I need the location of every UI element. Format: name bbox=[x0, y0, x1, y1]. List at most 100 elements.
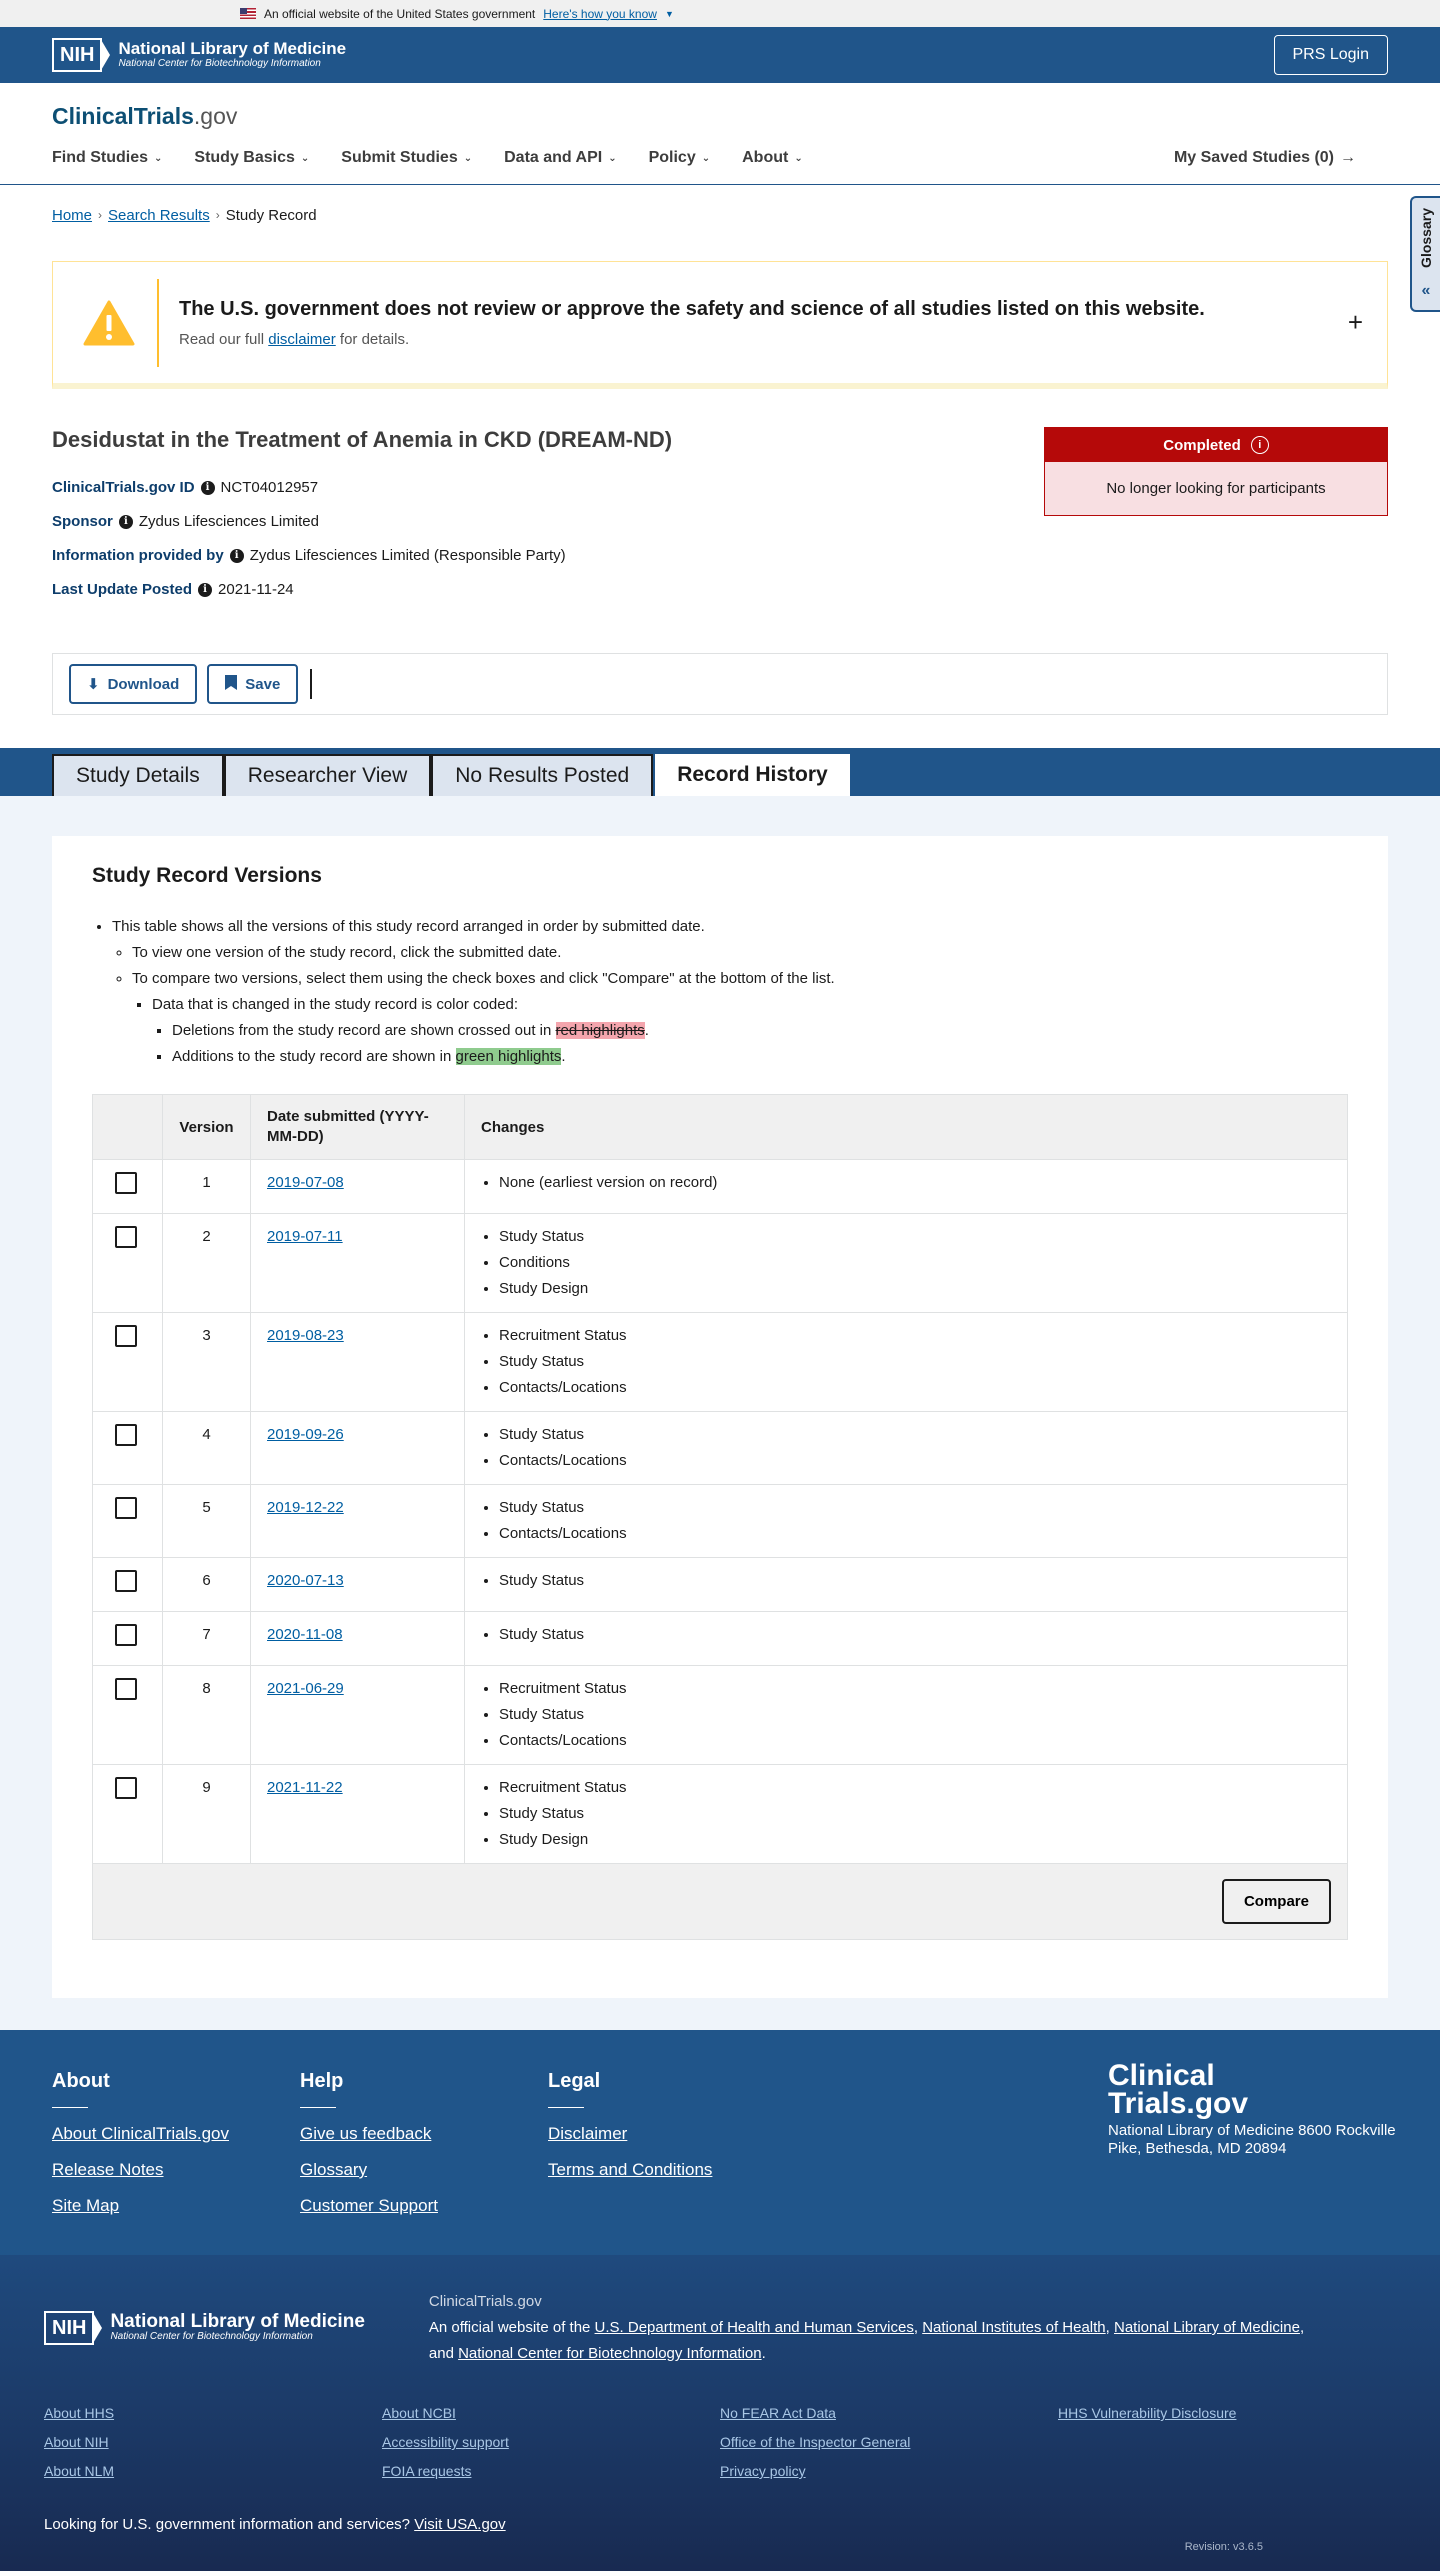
compare-button[interactable]: Compare bbox=[1221, 1879, 1331, 1924]
glossary-tab-label: Glossary bbox=[1418, 208, 1434, 268]
nav-policy[interactable]: Policy ⌄ bbox=[649, 149, 711, 167]
versions-heading: Study Record Versions bbox=[92, 864, 322, 887]
version-date-link[interactable]: 2019-12-22 bbox=[267, 1499, 344, 1516]
clinicaltrials-logo[interactable]: ClinicalTrials.gov bbox=[52, 103, 1388, 130]
disclaimer-banner: The U.S. government does not review or a… bbox=[52, 261, 1388, 389]
breadcrumb-home[interactable]: Home bbox=[52, 207, 92, 224]
double-chevron-left-icon: « bbox=[1421, 282, 1431, 299]
changes-cell: Study StatusContacts/Locations bbox=[464, 1484, 1348, 1558]
change-item: Study Status bbox=[499, 1702, 1331, 1728]
change-item: Recruitment Status bbox=[499, 1676, 1331, 1702]
footer-link[interactable]: Terms and Conditions bbox=[548, 2160, 796, 2180]
sponsor-row: Sponsor i Zydus Lifesciences Limited bbox=[52, 513, 319, 530]
select-cell bbox=[92, 1159, 163, 1214]
nih-footer-logo[interactable]: NIH National Library of Medicine Nationa… bbox=[44, 2289, 365, 2367]
agency-link[interactable]: About NCBI bbox=[382, 2405, 720, 2421]
version-date-link[interactable]: 2020-07-13 bbox=[267, 1572, 344, 1589]
action-bar: ⬇ Download Save bbox=[52, 653, 1388, 715]
version-checkbox[interactable] bbox=[115, 1424, 137, 1446]
change-item: Study Status bbox=[499, 1801, 1331, 1827]
footer-link[interactable]: Give us feedback bbox=[300, 2124, 548, 2144]
agency-link[interactable]: About NIH bbox=[44, 2434, 382, 2450]
chevron-down-icon: ⌄ bbox=[463, 152, 473, 164]
usa-gov-link[interactable]: Visit USA.gov bbox=[414, 2516, 505, 2533]
version-date-link[interactable]: 2019-07-08 bbox=[267, 1174, 344, 1191]
version-checkbox[interactable] bbox=[115, 1678, 137, 1700]
bookmark-icon bbox=[225, 674, 238, 694]
agency-link[interactable]: Accessibility support bbox=[382, 2434, 720, 2450]
footer-legal-title: Legal bbox=[548, 2070, 601, 2092]
nih-logo[interactable]: NIH National Library of Medicine Nationa… bbox=[52, 38, 346, 72]
study-id-row: ClinicalTrials.gov ID i NCT04012957 bbox=[52, 479, 319, 496]
my-saved-studies-link[interactable]: My Saved Studies (0) → bbox=[1174, 149, 1356, 167]
table-row: 1 2019-07-08 None (earliest version on rec… bbox=[92, 1159, 1348, 1214]
version-date-link[interactable]: 2019-09-26 bbox=[267, 1426, 344, 1443]
nih-logo-title: National Library of Medicine bbox=[110, 2311, 365, 2332]
tab-no-results-posted[interactable]: No Results Posted bbox=[431, 754, 654, 796]
nav-find-studies[interactable]: Find Studies ⌄ bbox=[52, 149, 162, 167]
agency-link[interactable]: About HHS bbox=[44, 2405, 382, 2421]
version-checkbox[interactable] bbox=[115, 1325, 137, 1347]
info-icon[interactable]: i bbox=[1250, 436, 1269, 454]
version-date-link[interactable]: 2020-11-08 bbox=[267, 1626, 343, 1643]
version-checkbox[interactable] bbox=[115, 1226, 137, 1248]
footer-link[interactable]: Site Map bbox=[52, 2196, 300, 2216]
info-icon[interactable]: i bbox=[118, 514, 133, 529]
download-button[interactable]: ⬇ Download bbox=[69, 664, 198, 704]
chevron-down-icon: ⌄ bbox=[608, 152, 617, 164]
agency-link[interactable]: No FEAR Act Data bbox=[720, 2405, 1058, 2421]
agency-link[interactable]: Privacy policy bbox=[720, 2463, 1058, 2479]
footer-link[interactable]: Disclaimer bbox=[548, 2124, 796, 2144]
info-icon[interactable]: i bbox=[229, 548, 244, 563]
nav-data-and-api[interactable]: Data and API ⌄ bbox=[504, 149, 616, 167]
tab-record-history[interactable]: Record History bbox=[655, 750, 850, 796]
footer-link[interactable]: Glossary bbox=[300, 2160, 548, 2180]
version-checkbox[interactable] bbox=[115, 1624, 137, 1646]
version-date-link[interactable]: 2021-11-22 bbox=[267, 1779, 343, 1796]
hhs-link[interactable]: U.S. Department of Health and Human Serv… bbox=[595, 2319, 914, 2336]
version-checkbox[interactable] bbox=[115, 1497, 137, 1519]
version-date-link[interactable]: 2019-08-23 bbox=[267, 1327, 344, 1344]
nav-submit-studies[interactable]: Submit Studies ⌄ bbox=[341, 149, 472, 167]
version-date-link[interactable]: 2019-07-11 bbox=[267, 1228, 343, 1245]
agency-link[interactable]: HHS Vulnerability Disclosure bbox=[1058, 2405, 1396, 2421]
date-cell: 2019-08-23 bbox=[250, 1312, 465, 1412]
info-icon[interactable]: i bbox=[198, 582, 213, 597]
nlm-link[interactable]: National Library of Medicine bbox=[1114, 2319, 1300, 2336]
nih-link[interactable]: National Institutes of Health bbox=[922, 2319, 1105, 2336]
agency-link[interactable]: Office of the Inspector General bbox=[720, 2434, 1058, 2450]
version-checkbox[interactable] bbox=[115, 1172, 137, 1194]
expand-plus-icon[interactable]: + bbox=[1348, 307, 1363, 338]
disclaimer-title: The U.S. government does not review or a… bbox=[179, 297, 1205, 320]
nav-about[interactable]: About ⌄ bbox=[742, 149, 803, 167]
footer-link[interactable]: Release Notes bbox=[52, 2160, 300, 2180]
tab-study-details[interactable]: Study Details bbox=[52, 754, 224, 796]
version-checkbox[interactable] bbox=[115, 1777, 137, 1799]
glossary-tab[interactable]: Glossary « bbox=[1410, 196, 1440, 312]
prs-login-button[interactable]: PRS Login bbox=[1273, 35, 1388, 75]
save-button[interactable]: Save bbox=[207, 664, 299, 704]
footer-ct-logo: Clinical Trials.gov National Library of … bbox=[1108, 2061, 1408, 2158]
footer-link[interactable]: Customer Support bbox=[300, 2196, 548, 2216]
version-cell: 5 bbox=[162, 1484, 251, 1558]
changes-cell: Recruitment StatusStudy StatusStudy Desi… bbox=[464, 1764, 1348, 1864]
tab-researcher-view[interactable]: Researcher View bbox=[223, 754, 432, 796]
nav-study-basics[interactable]: Study Basics ⌄ bbox=[194, 149, 309, 167]
footer-link[interactable]: About ClinicalTrials.gov bbox=[52, 2124, 300, 2144]
instruction-item: To view one version of the study record,… bbox=[132, 940, 1348, 966]
status-badge: Completed i bbox=[1045, 428, 1387, 462]
agency-link[interactable]: FOIA requests bbox=[382, 2463, 720, 2479]
version-checkbox[interactable] bbox=[115, 1570, 137, 1592]
status-subtext: No longer looking for participants bbox=[1045, 462, 1387, 515]
disclaimer-link[interactable]: disclaimer bbox=[268, 331, 336, 348]
heres-how-you-know-link[interactable]: Here's how you know bbox=[543, 7, 657, 21]
agency-footer: NIH National Library of Medicine Nationa… bbox=[0, 2255, 1440, 2571]
agency-link[interactable]: About NLM bbox=[44, 2463, 382, 2479]
version-date-link[interactable]: 2021-06-29 bbox=[267, 1680, 344, 1697]
change-item: Study Status bbox=[499, 1568, 1331, 1594]
version-cell: 1 bbox=[162, 1159, 251, 1214]
breadcrumb-search-results[interactable]: Search Results bbox=[108, 207, 210, 224]
table-footer-row: Compare bbox=[92, 1863, 1348, 1940]
ncbi-link[interactable]: National Center for Biotechnology Inform… bbox=[458, 2345, 762, 2362]
info-icon[interactable]: i bbox=[200, 480, 215, 495]
